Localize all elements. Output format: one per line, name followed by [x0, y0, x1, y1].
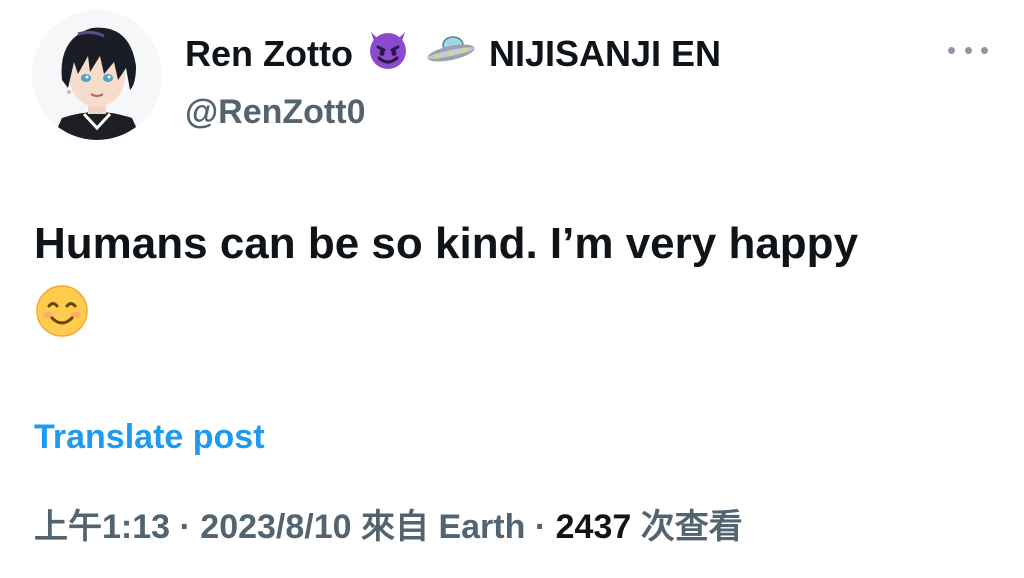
- more-dot: [948, 46, 955, 54]
- smiling-devil-emoji-icon: [365, 26, 411, 82]
- smiling-face-emoji-icon: [34, 283, 90, 356]
- tweet-meta: 上午1:13 · 2023/8/10 來自 Earth · 2437 次查看: [34, 505, 743, 549]
- meta-separator: ·: [534, 508, 547, 546]
- translate-post-link[interactable]: Translate post: [34, 415, 265, 459]
- handle[interactable]: @RenZott0: [185, 90, 721, 134]
- more-dot: [964, 46, 972, 54]
- affiliation: NIJISANJI EN: [488, 33, 722, 74]
- post-time[interactable]: 上午1:13: [34, 508, 170, 546]
- tweet-header: Ren Zotto NIJISANJI EN @RenZott0: [32, 10, 992, 145]
- meta-separator: ·: [179, 508, 191, 546]
- post-date[interactable]: 2023/8/10: [200, 508, 351, 546]
- display-name[interactable]: Ren Zotto: [185, 32, 353, 76]
- tweet-text: Humans can be so kind. I’m very happy: [34, 219, 859, 268]
- avatar[interactable]: [32, 10, 162, 140]
- author-names: Ren Zotto NIJISANJI EN @RenZott0: [185, 26, 721, 134]
- views-count[interactable]: 2437: [556, 508, 632, 546]
- more-dot: [981, 46, 988, 54]
- post-source[interactable]: Earth: [438, 508, 525, 546]
- source-prefix: 來自: [361, 508, 430, 546]
- anime-avatar-icon: [32, 10, 162, 140]
- tweet-body: Humans can be so kind. I’m very happy: [34, 213, 974, 356]
- display-name-row[interactable]: Ren Zotto NIJISANJI EN: [185, 26, 721, 82]
- more-options-icon[interactable]: [948, 40, 988, 60]
- flying-saucer-emoji-icon: [423, 29, 477, 79]
- views-label: 次查看: [640, 508, 743, 546]
